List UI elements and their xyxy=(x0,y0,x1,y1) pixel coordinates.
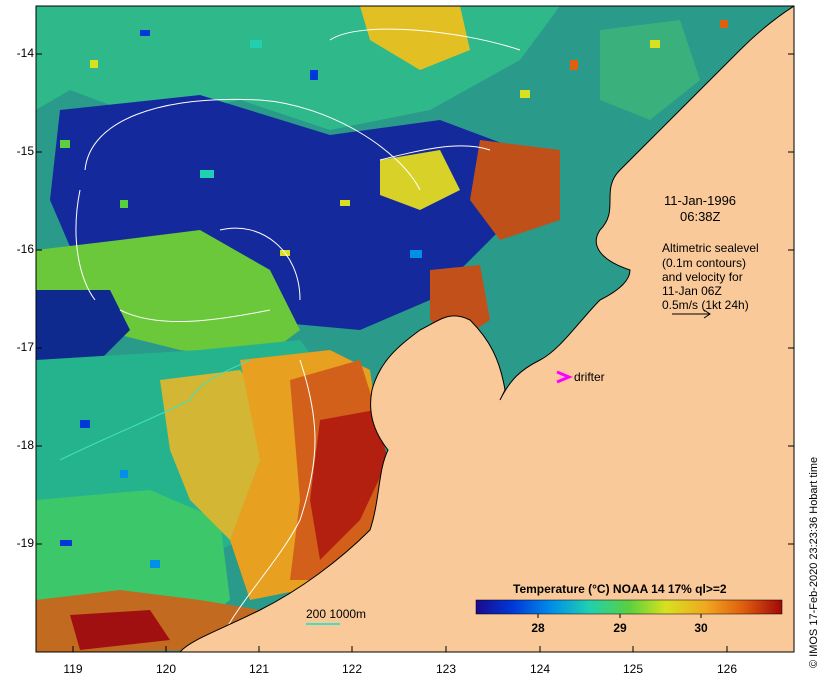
lon-tick-label: 124 xyxy=(529,662,551,676)
altimetry-note-line: Altimetric sealevel xyxy=(662,241,759,255)
lon-tick-label: 126 xyxy=(716,662,738,676)
altimetry-note-line: and velocity for xyxy=(662,270,743,284)
altimetry-note-line: (0.1m contours) xyxy=(662,256,747,270)
lon-tick-label: 122 xyxy=(341,662,363,676)
lon-tick-label: 119 xyxy=(63,662,83,676)
lat-tick-label: -17 xyxy=(16,340,34,354)
colorbar-tick-label: 30 xyxy=(694,621,708,635)
altimetry-note-line: 0.5m/s (1kt 24h) xyxy=(662,298,749,312)
colorbar-title: Temperature (°C) NOAA 14 17% ql>=2 xyxy=(513,582,727,596)
lat-tick-label: -19 xyxy=(16,536,34,550)
lat-tick-label: -18 xyxy=(16,438,34,452)
temperature-colorbar xyxy=(475,599,783,615)
colorbar-tick-label: 29 xyxy=(613,621,627,635)
lat-tick-label: -15 xyxy=(16,144,34,158)
altimetry-note-line: 11-Jan 06Z xyxy=(662,284,722,298)
lat-tick-label: -16 xyxy=(16,242,34,256)
credit-line: © IMOS 17-Feb-2020 23:23:36 Hobart time xyxy=(808,456,820,668)
bathymetry-contour-label: 200 1000m xyxy=(306,607,367,621)
lat-tick-label: -14 xyxy=(16,46,34,60)
lon-tick-label: 125 xyxy=(622,662,644,676)
colorbar-tick-label: 28 xyxy=(531,621,545,635)
sst-map xyxy=(35,5,795,653)
drifter-label: drifter xyxy=(574,370,605,384)
lon-tick-label: 121 xyxy=(248,662,270,676)
map-plot-area xyxy=(36,6,794,652)
image-date: 11-Jan-1996 xyxy=(664,193,737,208)
image-time: 06:38Z xyxy=(680,209,721,224)
lon-tick-label: 120 xyxy=(155,662,177,676)
lon-tick-label: 123 xyxy=(435,662,457,676)
